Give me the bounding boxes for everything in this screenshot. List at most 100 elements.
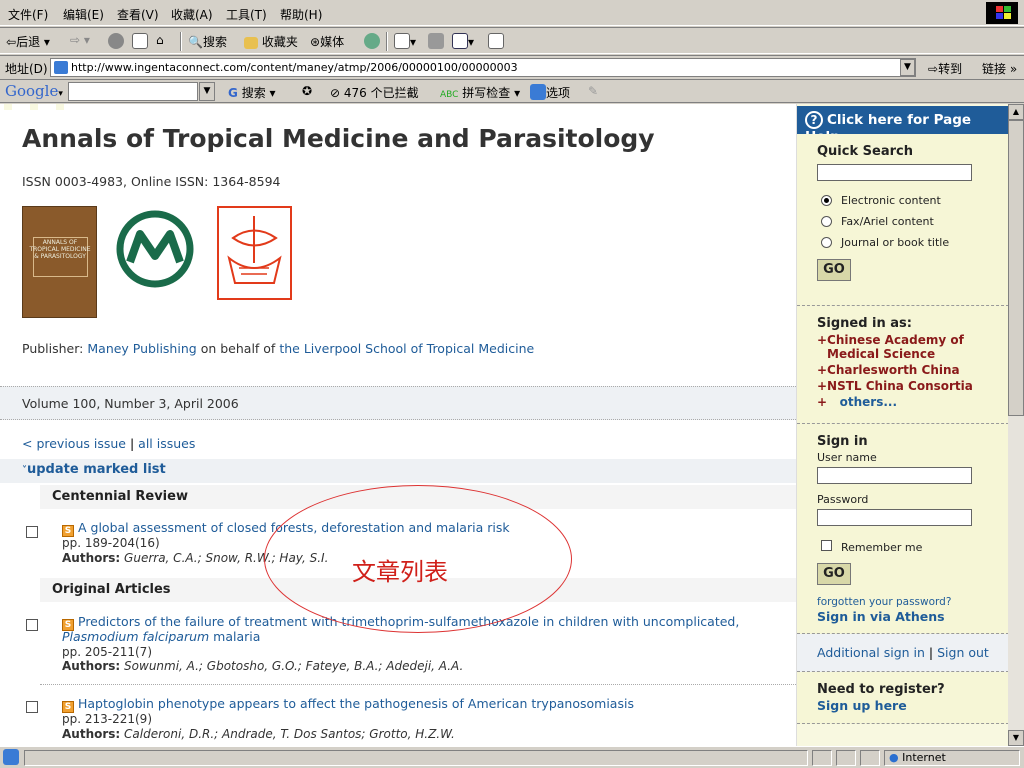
mail-button[interactable]: ▾	[394, 33, 416, 49]
sign-in-go-button[interactable]: GO	[817, 563, 851, 585]
status-bar: ● Internet	[0, 746, 1024, 768]
scroll-down-icon[interactable]: ▼	[1008, 730, 1024, 746]
url-input[interactable]: http://www.ingentaconnect.com/content/ma…	[50, 58, 916, 77]
go-arrow-icon: ⇨	[928, 62, 939, 76]
home-icon: ⌂	[156, 33, 164, 47]
home-button[interactable]: ⌂	[156, 33, 164, 47]
previous-issue-link[interactable]: < previous issue	[22, 436, 126, 451]
history-button[interactable]	[364, 33, 380, 49]
additional-sign-in-link[interactable]: Additional sign in	[817, 645, 925, 660]
discuss-button[interactable]	[488, 33, 504, 49]
radio-label: Journal or book title	[841, 236, 950, 249]
news-icon[interactable]: ✪	[302, 84, 312, 98]
refresh-icon	[132, 33, 148, 49]
radio-label: Fax/Ariel content	[841, 215, 934, 228]
print-button[interactable]	[428, 33, 444, 49]
annotation-text: 文章列表	[352, 558, 448, 586]
signed-in-box: Signed in as: +Chinese Academy of Medica…	[797, 306, 1008, 424]
journal-cover-image[interactable]: ANNALS OF TROPICAL MEDICINE & PARASITOLO…	[22, 206, 97, 318]
search-icon: 🔍	[188, 35, 203, 49]
others-link[interactable]: others...	[840, 395, 897, 409]
back-button[interactable]: ⇦后退 ▾	[6, 33, 50, 50]
globe-icon: ●	[889, 751, 899, 764]
publisher-line: Publisher: Maney Publishing on behalf of…	[22, 341, 535, 356]
remember-me-checkbox[interactable]	[821, 540, 832, 551]
journal-title: Annals of Tropical Medicine and Parasito…	[22, 124, 655, 153]
stop-button[interactable]	[108, 33, 124, 49]
username-input[interactable]	[817, 467, 972, 484]
org-name: +Charlesworth China	[817, 363, 960, 377]
forward-button[interactable]: ⇨ ▾	[70, 33, 90, 47]
edit-button[interactable]: ▾	[452, 33, 474, 49]
menu-view[interactable]: 查看(V)	[117, 6, 159, 23]
sign-out-link[interactable]: Sign out	[937, 645, 989, 660]
options-button[interactable]: 选项	[530, 84, 570, 101]
spellcheck-button[interactable]: ABC 拼写检查 ▾	[440, 84, 520, 101]
page-status-icon	[3, 749, 19, 765]
google-logo[interactable]: Google▾	[5, 82, 63, 100]
quick-search-heading: Quick Search	[817, 144, 913, 159]
menu-help[interactable]: 帮助(H)	[280, 6, 322, 23]
links-button[interactable]: 链接 »	[982, 60, 1017, 77]
google-search-input[interactable]	[68, 82, 198, 101]
search-go-button[interactable]: GO	[817, 259, 851, 281]
quick-search-box: Quick Search Electronic content Fax/Arie…	[797, 134, 1008, 306]
chevron-down-icon[interactable]: ▼	[199, 82, 215, 101]
popup-blocker-button[interactable]: ⊘ 476 个已拦截	[330, 84, 419, 101]
register-box: Need to register? Sign up here	[797, 672, 1008, 724]
all-issues-link[interactable]: all issues	[138, 436, 195, 451]
quick-search-input[interactable]	[817, 164, 972, 181]
go-button[interactable]: ⇨转到	[928, 60, 962, 77]
forgotten-password-link[interactable]: forgotten your password?	[817, 596, 951, 608]
username-label: User name	[817, 451, 877, 464]
google-search-button[interactable]: G 搜索 ▾	[228, 84, 276, 101]
register-heading: Need to register?	[817, 682, 945, 697]
sign-in-box: Sign in User name Password Remember me G…	[797, 424, 1008, 634]
stop-icon	[108, 33, 124, 49]
article-title-link[interactable]: S Haptoglobin phenotype appears to affect…	[62, 696, 634, 713]
article-checkbox[interactable]	[26, 526, 38, 538]
menu-tools[interactable]: 工具(T)	[226, 6, 267, 23]
additional-sign-in-box: Additional sign in | Sign out	[797, 634, 1008, 672]
radio-fax[interactable]	[821, 216, 832, 227]
issue-nav: < previous issue | all issues	[22, 436, 196, 451]
sign-up-link[interactable]: Sign up here	[817, 698, 907, 713]
google-toolbar: Google▾ ▼ G 搜索 ▾ ✪ ⊘ 476 个已拦截 ABC 拼写检查 ▾…	[0, 79, 1024, 103]
ship-crest-icon	[227, 216, 282, 284]
password-input[interactable]	[817, 509, 972, 526]
update-marked-list-link[interactable]: ˅update marked list	[22, 462, 166, 477]
radio-electronic[interactable]	[821, 195, 832, 206]
scroll-up-icon[interactable]: ▲	[1008, 104, 1024, 120]
status-cell	[836, 750, 856, 766]
url-text: http://www.ingentaconnect.com/content/ma…	[71, 61, 518, 74]
highlighter-icon[interactable]: ✎	[588, 84, 598, 98]
standard-toolbar: ⇦后退 ▾ ⇨ ▾ ⌂ 🔍搜索 收藏夹 ⊛媒体 ▾ ▾	[0, 27, 1024, 54]
back-arrow-icon: ⇦	[6, 35, 17, 49]
refresh-button[interactable]	[132, 33, 148, 49]
publisher-link[interactable]: Maney Publishing	[87, 341, 196, 356]
scroll-thumb[interactable]	[1008, 120, 1024, 416]
article-title-cont[interactable]: Plasmodium falciparum malaria	[62, 629, 260, 644]
article-pages: pp. 213-221(9)	[62, 712, 152, 726]
menu-edit[interactable]: 编辑(E)	[63, 6, 104, 23]
radio-journal[interactable]	[821, 237, 832, 248]
decor-square	[4, 104, 12, 110]
favorites-button[interactable]: 收藏夹	[244, 33, 298, 50]
toolbar-separator	[386, 32, 388, 51]
radio-label: Electronic content	[841, 194, 941, 207]
society-link[interactable]: the Liverpool School of Tropical Medicin…	[279, 341, 534, 356]
article-checkbox[interactable]	[26, 701, 38, 713]
media-button[interactable]: ⊛媒体	[310, 33, 344, 50]
menu-favorites[interactable]: 收藏(A)	[171, 6, 213, 23]
search-button[interactable]: 🔍搜索	[188, 33, 227, 50]
chevron-down-icon[interactable]: ▼	[900, 59, 915, 76]
vertical-scrollbar[interactable]: ▲ ▼	[1008, 104, 1024, 746]
menu-file[interactable]: 文件(F)	[8, 6, 48, 23]
cover-title: ANNALS OF TROPICAL MEDICINE & PARASITOLO…	[29, 239, 91, 260]
security-zone: ● Internet	[884, 750, 1020, 766]
additional-links: Additional sign in | Sign out	[817, 645, 989, 660]
page-help-button[interactable]: ?Click here for Page Help	[797, 106, 1008, 145]
athens-sign-in-link[interactable]: Sign in via Athens	[817, 609, 945, 624]
address-bar: 地址(D) http://www.ingentaconnect.com/cont…	[0, 55, 1024, 78]
article-checkbox[interactable]	[26, 619, 38, 631]
